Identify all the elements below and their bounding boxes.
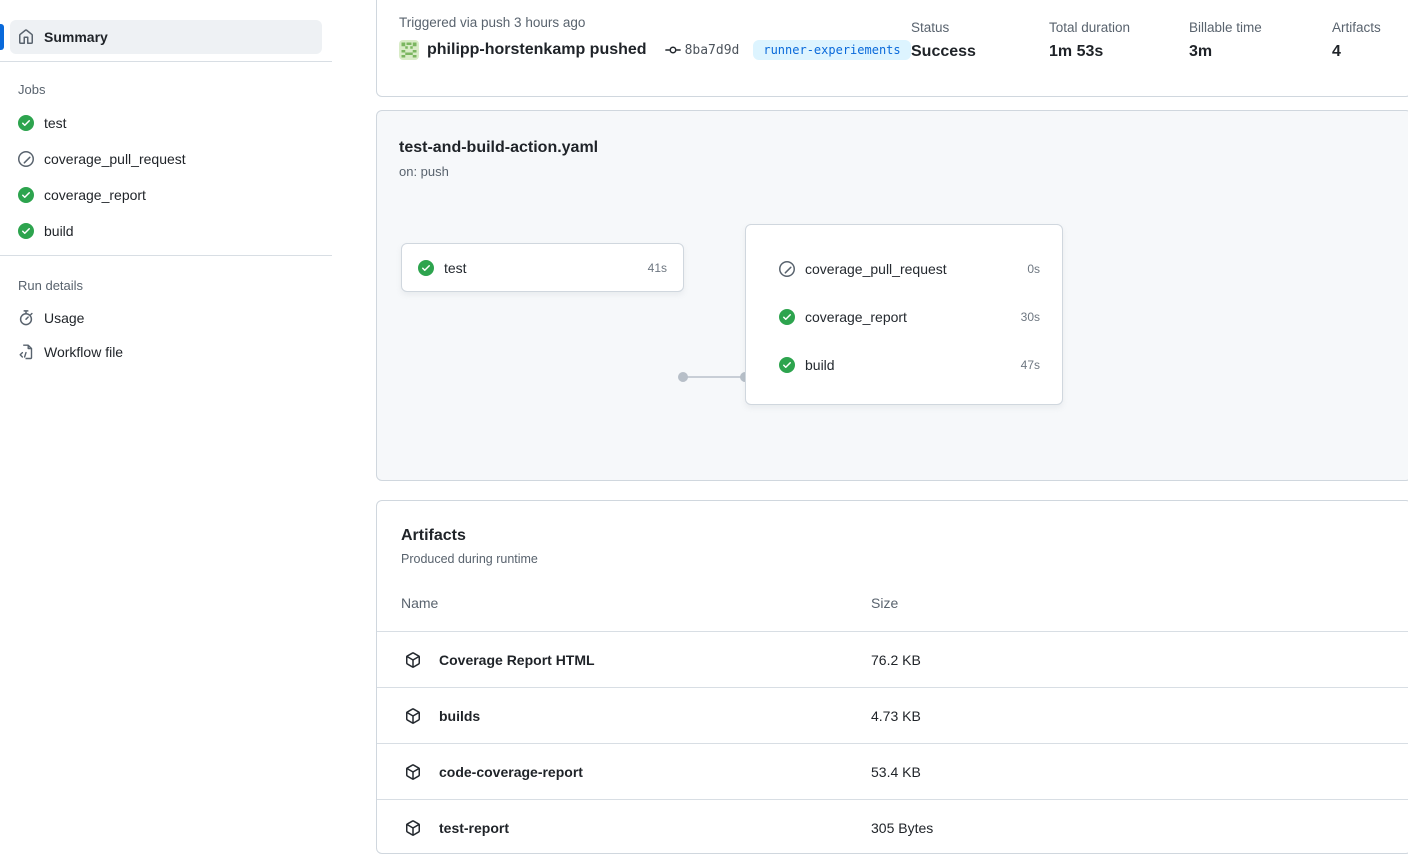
artifact-row: test-report 305 Bytes <box>377 799 1408 855</box>
package-icon <box>405 708 421 724</box>
sidebar: Summary Jobs test coverage_pull_request … <box>0 0 332 369</box>
package-icon <box>405 820 421 836</box>
stat-label: Billable time <box>1189 20 1332 35</box>
graph-dependent-group: coverage_pull_request 0s coverage_report… <box>745 224 1063 405</box>
sidebar-item-usage[interactable]: Usage <box>0 301 332 335</box>
sidebar-job-coverage-pull-request[interactable]: coverage_pull_request <box>0 141 332 177</box>
artifact-name: Coverage Report HTML <box>439 652 595 668</box>
summary-label: Summary <box>44 29 108 45</box>
sidebar-job-test[interactable]: test <box>0 105 332 141</box>
workflow-trigger: on: push <box>399 164 1389 179</box>
run-detail-label: Usage <box>44 310 84 326</box>
home-icon <box>18 29 34 45</box>
artifact-name: code-coverage-report <box>439 764 583 780</box>
workflow-graph-card: test-and-build-action.yaml on: push test… <box>376 110 1408 481</box>
stat-label: Status <box>911 20 1049 35</box>
column-header-size: Size <box>871 595 898 611</box>
artifacts-table: Coverage Report HTML 76.2 KB builds 4.73… <box>377 631 1408 855</box>
stat-label: Total duration <box>1049 20 1189 35</box>
run-detail-label: Workflow file <box>44 344 123 360</box>
artifact-size: 53.4 KB <box>871 744 921 799</box>
jobs-section-label: Jobs <box>0 62 332 101</box>
artifact-row: Coverage Report HTML 76.2 KB <box>377 631 1408 687</box>
sidebar-job-build[interactable]: build <box>0 213 332 249</box>
avatar[interactable] <box>399 40 419 60</box>
graph-job-label: coverage_report <box>805 309 907 325</box>
check-circle-icon <box>418 260 434 276</box>
artifacts-card: Artifacts Produced during runtime Name S… <box>376 500 1408 854</box>
artifacts-subtitle: Produced during runtime <box>377 552 1408 566</box>
workflow-file-icon <box>18 344 34 360</box>
sidebar-item-summary[interactable]: Summary <box>10 20 322 54</box>
check-circle-icon <box>779 309 795 325</box>
artifact-download-link[interactable]: code-coverage-report <box>405 744 583 799</box>
run-details-section-label: Run details <box>0 256 332 297</box>
workflow-run-page: Summary Jobs test coverage_pull_request … <box>0 0 1408 858</box>
graph-job-label: test <box>444 260 467 276</box>
graph-connector-dot <box>678 372 688 382</box>
graph-node-build[interactable]: build 47s <box>746 341 1062 389</box>
artifacts-title: Artifacts <box>377 527 1408 545</box>
workflow-file-name: test-and-build-action.yaml <box>399 139 1389 157</box>
artifact-size: 76.2 KB <box>871 632 921 687</box>
artifact-download-link[interactable]: test-report <box>405 800 509 855</box>
artifact-name: builds <box>439 708 480 724</box>
artifact-row: code-coverage-report 53.4 KB <box>377 743 1408 799</box>
job-label: coverage_report <box>44 187 146 203</box>
artifacts-count-value: 4 <box>1332 43 1381 61</box>
graph-job-duration: 47s <box>1021 358 1040 372</box>
sidebar-item-workflow-file[interactable]: Workflow file <box>0 335 332 369</box>
graph-job-duration: 41s <box>648 261 667 275</box>
job-label: build <box>44 223 74 239</box>
artifact-size: 4.73 KB <box>871 688 921 743</box>
graph-job-duration: 0s <box>1027 262 1040 276</box>
run-stats: Status Success Total duration 1m 53s Bil… <box>911 20 1381 61</box>
actor-pushed-text[interactable]: philipp-horstenkamp pushed <box>427 41 647 59</box>
total-duration-value: 1m 53s <box>1049 43 1189 61</box>
artifact-row: builds 4.73 KB <box>377 687 1408 743</box>
artifact-name: test-report <box>439 820 509 836</box>
identicon <box>399 40 419 60</box>
graph-node-coverage-report[interactable]: coverage_report 30s <box>746 293 1062 341</box>
billable-time-value: 3m <box>1189 43 1332 61</box>
artifact-download-link[interactable]: Coverage Report HTML <box>405 632 595 687</box>
check-circle-icon <box>18 187 34 203</box>
jobs-list: test coverage_pull_request coverage_repo… <box>0 101 332 249</box>
package-icon <box>405 652 421 668</box>
branch-badge[interactable]: runner-experiements <box>753 40 910 60</box>
column-header-name: Name <box>401 595 438 611</box>
check-circle-icon <box>18 115 34 131</box>
package-icon <box>405 764 421 780</box>
main-content: Triggered via push 3 hours ago philipp-h… <box>376 0 1408 854</box>
graph-node-test[interactable]: test 41s <box>401 243 684 292</box>
status-value: Success <box>911 43 1049 61</box>
check-circle-icon <box>18 223 34 239</box>
graph-node-coverage-pull-request[interactable]: coverage_pull_request 0s <box>746 245 1062 293</box>
stat-label: Artifacts <box>1332 20 1381 35</box>
commit-sha-link[interactable]: 8ba7d9d <box>685 43 740 58</box>
check-circle-icon <box>779 357 795 373</box>
graph-job-label: build <box>805 357 835 373</box>
job-label: test <box>44 115 67 131</box>
skip-circle-icon <box>779 261 795 277</box>
graph-connector-line <box>684 376 745 378</box>
selected-accent-bar <box>0 24 4 50</box>
graph-job-label: coverage_pull_request <box>805 261 947 277</box>
sidebar-job-coverage-report[interactable]: coverage_report <box>0 177 332 213</box>
git-commit-icon <box>665 42 681 58</box>
run-header-card: Triggered via push 3 hours ago philipp-h… <box>376 0 1408 97</box>
job-label: coverage_pull_request <box>44 151 186 167</box>
stopwatch-icon <box>18 310 34 326</box>
artifact-size: 305 Bytes <box>871 800 933 855</box>
graph-job-duration: 30s <box>1021 310 1040 324</box>
artifact-download-link[interactable]: builds <box>405 688 480 743</box>
skip-circle-icon <box>18 151 34 167</box>
